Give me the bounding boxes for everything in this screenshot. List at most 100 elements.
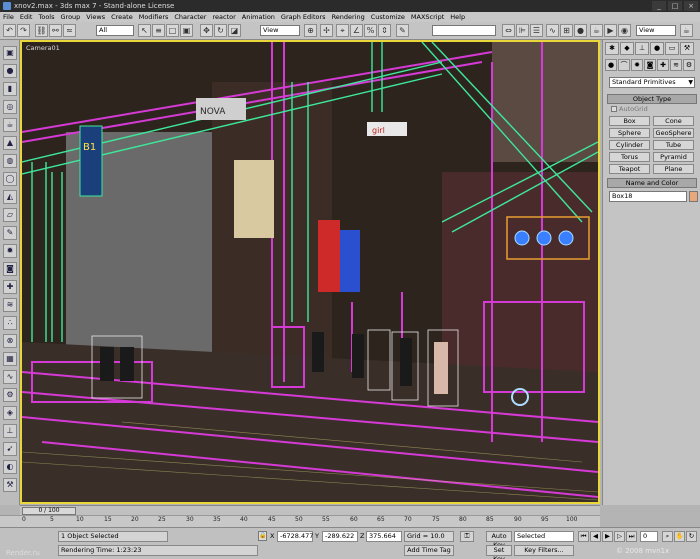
- autogrid-checkbox[interactable]: AutoGrid: [611, 105, 648, 113]
- track-bar[interactable]: 0 5 10 15 20 25 30 35 40 45 50 55 60 65 …: [0, 515, 600, 527]
- auto-key-button[interactable]: Auto Key: [486, 531, 512, 549]
- reference-coord-dropdown[interactable]: View: [260, 25, 300, 36]
- menu-rendering[interactable]: Rendering: [332, 12, 365, 22]
- menu-reactor[interactable]: reactor: [212, 12, 235, 22]
- viewport-label[interactable]: Camera01: [26, 44, 60, 52]
- shapes-tool-icon[interactable]: ✎: [3, 226, 17, 240]
- percent-snap-icon[interactable]: %: [364, 24, 377, 37]
- x-coordinate-field[interactable]: -6728.477: [277, 531, 313, 542]
- bind-space-warp-icon[interactable]: ≈: [63, 24, 76, 37]
- menu-group[interactable]: Group: [61, 12, 81, 22]
- light-tool-icon[interactable]: ✹: [3, 244, 17, 258]
- selection-region-icon[interactable]: □: [166, 24, 179, 37]
- current-frame-field[interactable]: 0: [640, 531, 658, 542]
- primitive-category-dropdown[interactable]: Standard Primitives ▼: [609, 77, 695, 88]
- display-tab-icon[interactable]: ▭: [665, 42, 679, 55]
- box-tool-icon[interactable]: ▣: [3, 46, 17, 60]
- redo-icon[interactable]: ↷: [17, 24, 30, 37]
- pan-icon[interactable]: ✋: [674, 531, 685, 542]
- hierarchy-tool-icon[interactable]: ⊥: [3, 424, 17, 438]
- schematic-view-icon[interactable]: ⊞: [560, 24, 573, 37]
- go-to-end-icon[interactable]: ⏭: [626, 531, 637, 542]
- select-object-icon[interactable]: ↖: [138, 24, 151, 37]
- add-time-tag-button[interactable]: Add Time Tag: [404, 545, 454, 556]
- camera-tool-icon[interactable]: ◙: [3, 262, 17, 276]
- menu-graph-editors[interactable]: Graph Editors: [281, 12, 326, 22]
- next-frame-icon[interactable]: ▷: [614, 531, 625, 542]
- go-to-start-icon[interactable]: ⏮: [578, 531, 589, 542]
- menu-file[interactable]: File: [3, 12, 14, 22]
- helpers-icon[interactable]: ✚: [657, 59, 669, 71]
- layer-manager-icon[interactable]: ☰: [530, 24, 543, 37]
- z-coordinate-field[interactable]: 375.664: [366, 531, 402, 542]
- cameras-icon[interactable]: ◙: [644, 59, 656, 71]
- spacewarp-tool-icon[interactable]: ≋: [3, 298, 17, 312]
- space-warps-icon[interactable]: ≋: [670, 59, 682, 71]
- key-icon[interactable]: ⚿: [460, 531, 474, 542]
- quick-render-icon[interactable]: ▶: [604, 24, 617, 37]
- geosphere-button[interactable]: GeoSphere: [653, 128, 694, 138]
- window-crossing-icon[interactable]: ▣: [180, 24, 193, 37]
- key-mode-dropdown[interactable]: Selected: [514, 531, 574, 542]
- curve-editor-icon[interactable]: ∿: [546, 24, 559, 37]
- helper-tool-icon[interactable]: ✚: [3, 280, 17, 294]
- menu-animation[interactable]: Animation: [242, 12, 275, 22]
- geometry-icon[interactable]: ●: [605, 59, 617, 71]
- motion-tool-icon[interactable]: ➹: [3, 442, 17, 456]
- render-view-dropdown[interactable]: View: [636, 25, 676, 36]
- menu-create[interactable]: Create: [111, 12, 133, 22]
- shapes-icon[interactable]: ⌒: [618, 59, 630, 71]
- named-selection-icon[interactable]: ✎: [396, 24, 409, 37]
- menu-customize[interactable]: Customize: [371, 12, 405, 22]
- teapot-tool-icon[interactable]: ☕: [3, 118, 17, 132]
- select-move-icon[interactable]: ✥: [200, 24, 213, 37]
- sphere-tool-icon[interactable]: ●: [3, 64, 17, 78]
- object-type-rollout[interactable]: Object Type: [607, 94, 697, 104]
- compound-tool-icon[interactable]: ⊗: [3, 334, 17, 348]
- minimize-button[interactable]: _: [652, 1, 666, 11]
- undo-icon[interactable]: ↶: [3, 24, 16, 37]
- torus-tool-icon[interactable]: ◎: [3, 100, 17, 114]
- align-icon[interactable]: ⊫: [516, 24, 529, 37]
- menu-help[interactable]: Help: [450, 12, 465, 22]
- set-key-button[interactable]: Set Key: [486, 545, 512, 559]
- nurbs-tool-icon[interactable]: ∿: [3, 370, 17, 384]
- key-filters-button[interactable]: Key Filters...: [514, 545, 574, 556]
- menu-maxscript[interactable]: MAXScript: [411, 12, 444, 22]
- systems-icon[interactable]: ⚙: [683, 59, 695, 71]
- selection-filter-dropdown[interactable]: All: [96, 25, 134, 36]
- mirror-icon[interactable]: ⇔: [502, 24, 515, 37]
- menu-tools[interactable]: Tools: [38, 12, 54, 22]
- sphere-button[interactable]: Sphere: [609, 128, 650, 138]
- unlink-icon[interactable]: ⚯: [49, 24, 62, 37]
- time-slider-thumb[interactable]: 0 / 100: [22, 507, 76, 515]
- select-by-name-icon[interactable]: ≡: [152, 24, 165, 37]
- tube-tool-icon[interactable]: ◯: [3, 172, 17, 186]
- camera-viewport[interactable]: B1 NOVA girl Camera01: [20, 40, 600, 504]
- tube-button[interactable]: Tube: [653, 140, 694, 150]
- lock-icon[interactable]: 🔒: [258, 531, 267, 541]
- render-type-icon[interactable]: ◉: [618, 24, 631, 37]
- orbit-icon[interactable]: ↻: [686, 531, 697, 542]
- cylinder-tool-icon[interactable]: ▮: [3, 82, 17, 96]
- plane-button[interactable]: Plane: [653, 164, 694, 174]
- display-tool-icon[interactable]: ◐: [3, 460, 17, 474]
- modifier-tool-icon[interactable]: ◈: [3, 406, 17, 420]
- play-icon[interactable]: ▶: [602, 531, 613, 542]
- torus-button[interactable]: Torus: [609, 152, 650, 162]
- pyramid-button[interactable]: Pyramid: [653, 152, 694, 162]
- hierarchy-tab-icon[interactable]: ⊥: [635, 42, 649, 55]
- material-editor-icon[interactable]: ●: [574, 24, 587, 37]
- utilities-tab-icon[interactable]: ⚒: [680, 42, 694, 55]
- time-slider-track[interactable]: 0 / 100: [20, 505, 600, 515]
- close-button[interactable]: ×: [684, 1, 698, 11]
- zoom-icon[interactable]: ⌕: [662, 531, 673, 542]
- object-color-swatch[interactable]: [689, 191, 698, 202]
- menu-character[interactable]: Character: [174, 12, 206, 22]
- previous-frame-icon[interactable]: ◀: [590, 531, 601, 542]
- menu-edit[interactable]: Edit: [20, 12, 33, 22]
- maximize-button[interactable]: □: [668, 1, 682, 11]
- y-coordinate-field[interactable]: -289.622: [322, 531, 358, 542]
- name-and-color-rollout[interactable]: Name and Color: [607, 178, 697, 188]
- lights-icon[interactable]: ✹: [631, 59, 643, 71]
